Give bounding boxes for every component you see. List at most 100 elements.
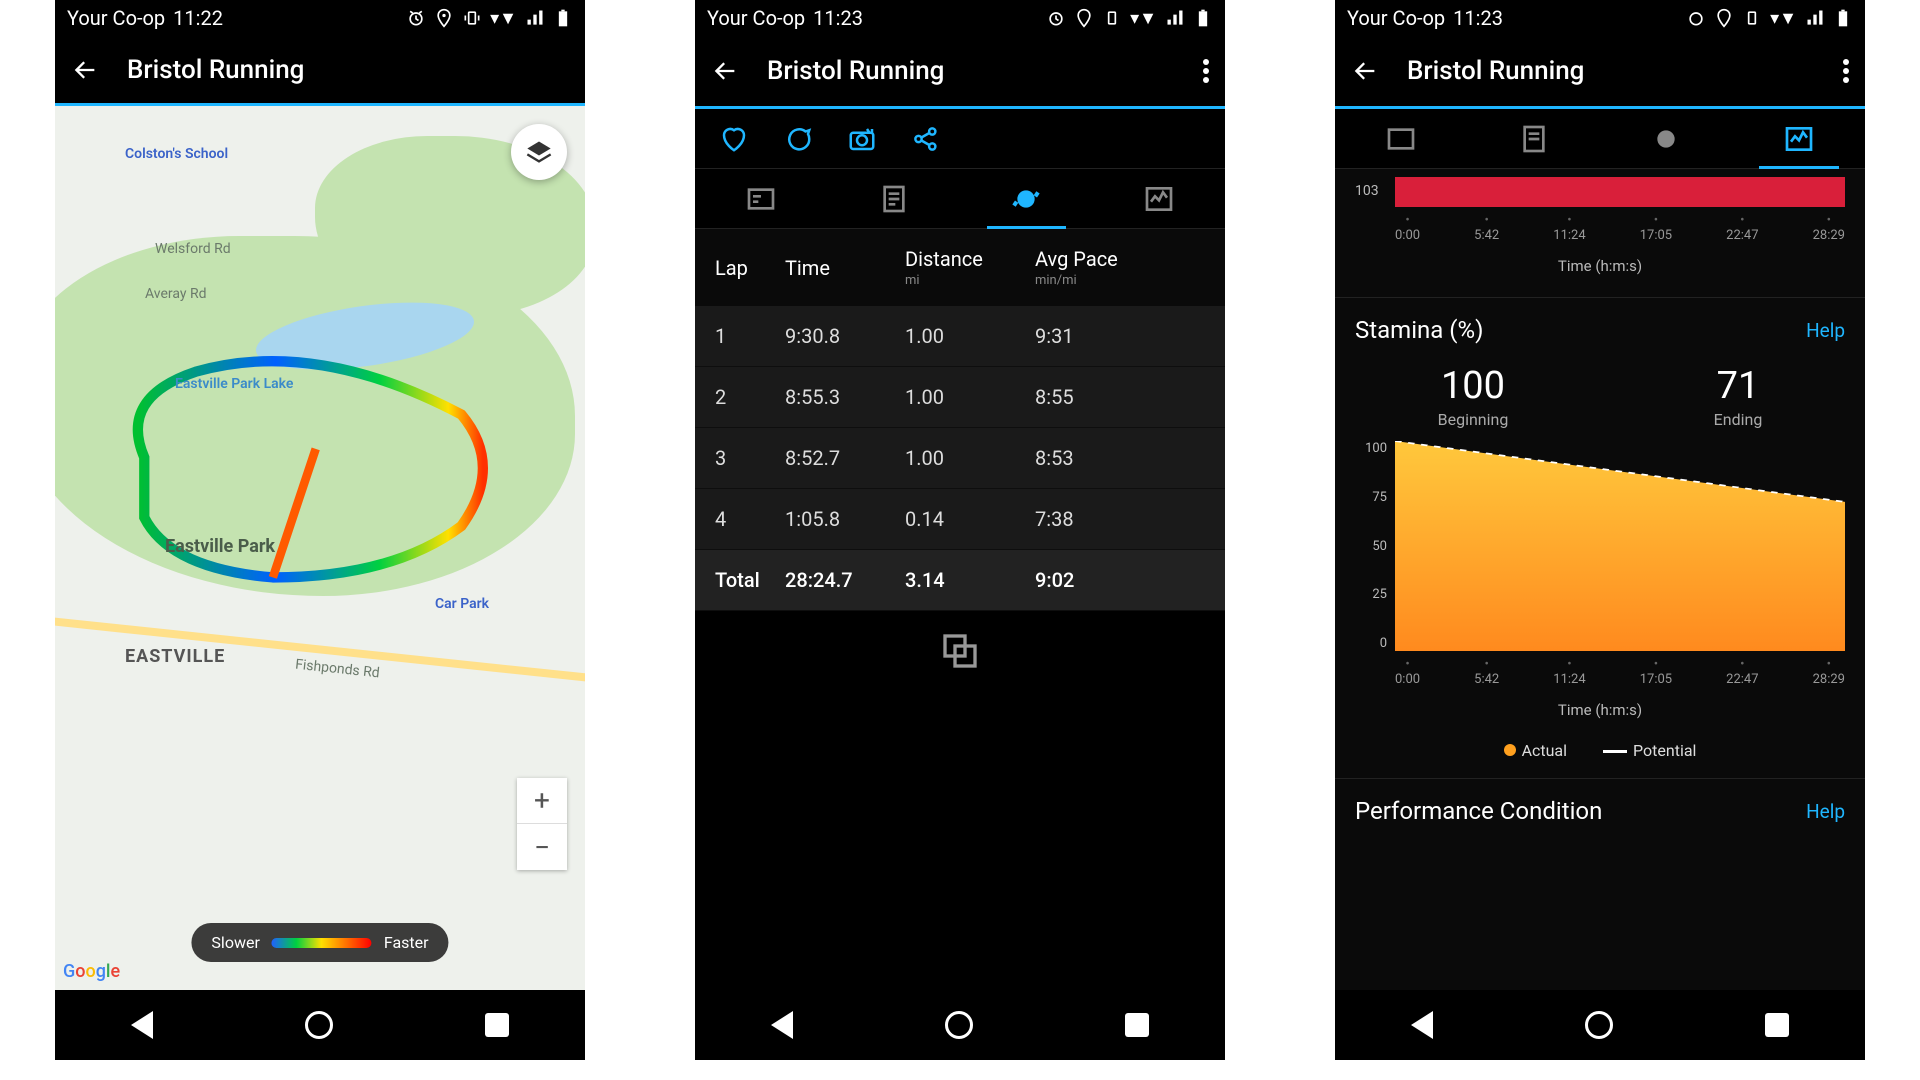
laps-total-row: Total 28:24.7 3.14 9:02 <box>695 550 1225 611</box>
charts-scroll[interactable]: 103 0:005:4211:2417:0522:4728:29 Time (h… <box>1335 169 1865 990</box>
share-icon[interactable] <box>911 124 941 154</box>
phone-laps: Your Co-op 11:23 ▾▼ Bristol Running Lap <box>695 0 1225 1060</box>
nav-recents-icon[interactable] <box>1125 1013 1149 1037</box>
stamina-summary: 100 Beginning 71 Ending <box>1335 364 1865 429</box>
lap-row[interactable]: 28:55.31.008:55 <box>695 367 1225 428</box>
camera-icon[interactable] <box>847 124 877 154</box>
battery-icon <box>1833 8 1853 28</box>
map-view[interactable]: Eastville Park Eastville Park Lake EASTV… <box>55 106 585 990</box>
status-icons: ▾▼ <box>406 8 573 29</box>
android-nav-bar <box>55 990 585 1060</box>
page-title: Bristol Running <box>1407 56 1815 86</box>
stamina-help-link[interactable]: Help <box>1806 319 1845 342</box>
laps-table: Lap Time Distancemi Avg Pacemin/mi 19:30… <box>695 229 1225 990</box>
perf-condition-header: Performance Condition Help <box>1335 778 1865 835</box>
page-title: Bristol Running <box>767 56 1175 86</box>
tab-laps[interactable] <box>1600 109 1733 168</box>
zoom-in-button[interactable]: + <box>517 778 567 824</box>
tab-summary[interactable] <box>695 169 828 228</box>
carrier-label: Your Co-op <box>67 6 165 30</box>
app-bar: Bristol Running <box>695 36 1225 106</box>
perf-condition-help-link[interactable]: Help <box>1806 800 1845 823</box>
stamina-begin-value: 100 <box>1438 364 1509 408</box>
vibrate-icon <box>1742 8 1762 28</box>
zoom-out-button[interactable]: − <box>517 824 567 870</box>
nav-back-icon[interactable] <box>771 1011 793 1039</box>
tab-stats[interactable] <box>828 169 961 228</box>
nav-recents-icon[interactable] <box>1765 1013 1789 1037</box>
status-icons: ▾▼ <box>1686 8 1853 29</box>
vibrate-icon <box>1102 8 1122 28</box>
tab-laps[interactable] <box>960 169 1093 228</box>
legend-fast: Faster <box>384 933 429 952</box>
wifi-icon: ▾▼ <box>1130 8 1157 29</box>
compare-laps-button[interactable] <box>695 611 1225 691</box>
like-icon[interactable] <box>719 124 749 154</box>
signal-icon <box>1805 8 1825 28</box>
clock: 11:23 <box>1453 6 1503 30</box>
tab-charts[interactable] <box>1093 169 1226 228</box>
col-pace: Avg Pacemin/mi <box>1035 247 1205 288</box>
location-icon <box>434 8 454 28</box>
hr-bar <box>1395 177 1845 207</box>
map-label-area: EASTVILLE <box>125 646 225 667</box>
back-icon[interactable] <box>71 56 99 84</box>
col-distance: Distancemi <box>905 247 1035 288</box>
tab-summary[interactable] <box>1335 109 1468 168</box>
page-title: Bristol Running <box>127 55 569 85</box>
hr-chart-fragment: 103 0:005:4211:2417:0522:4728:29 Time (h… <box>1335 169 1865 275</box>
col-lap: Lap <box>715 256 785 280</box>
detail-tabs <box>1335 109 1865 169</box>
overflow-menu-icon[interactable] <box>1843 59 1849 83</box>
map-road-label: Welsford Rd <box>155 241 231 257</box>
layers-icon <box>525 138 553 166</box>
android-nav-bar <box>695 990 1225 1060</box>
map-label-lake: Eastville Park Lake <box>175 376 293 392</box>
laps-header-row: Lap Time Distancemi Avg Pacemin/mi <box>695 229 1225 306</box>
legend-potential: Potential <box>1603 741 1696 760</box>
stamina-title: Stamina (%) <box>1355 316 1483 344</box>
alarm-icon <box>1686 8 1706 28</box>
map-layers-button[interactable] <box>511 124 567 180</box>
legend-actual: Actual <box>1504 741 1567 760</box>
x-axis-ticks: 0:005:4211:2417:0522:4728:29 <box>1395 657 1845 687</box>
vibrate-icon <box>462 8 482 28</box>
nav-recents-icon[interactable] <box>485 1013 509 1037</box>
location-icon <box>1074 8 1094 28</box>
nav-home-icon[interactable] <box>945 1011 973 1039</box>
overflow-menu-icon[interactable] <box>1203 59 1209 83</box>
battery-icon <box>553 8 573 28</box>
nav-home-icon[interactable] <box>1585 1011 1613 1039</box>
alarm-icon <box>1046 8 1066 28</box>
signal-icon <box>525 8 545 28</box>
lap-row[interactable]: 19:30.81.009:31 <box>695 306 1225 367</box>
clock: 11:23 <box>813 6 863 30</box>
location-icon <box>1714 8 1734 28</box>
detail-tabs <box>695 169 1225 229</box>
lap-row[interactable]: 38:52.71.008:53 <box>695 428 1225 489</box>
x-axis-ticks: 0:005:4211:2417:0522:4728:29 <box>1395 213 1845 243</box>
col-time: Time <box>785 256 905 280</box>
back-icon[interactable] <box>711 57 739 85</box>
tab-charts[interactable] <box>1733 109 1866 168</box>
stamina-legend: Actual Potential <box>1335 741 1865 760</box>
nav-back-icon[interactable] <box>131 1011 153 1039</box>
map-road-label: Averay Rd <box>145 286 207 302</box>
phone-map: Your Co-op 11:22 ▾▼ Bristol Running East… <box>55 0 585 1060</box>
pace-legend: Slower Faster <box>191 923 448 962</box>
map-label-school: Colston's School <box>125 146 228 162</box>
tab-stats[interactable] <box>1468 109 1601 168</box>
phone-charts: Your Co-op 11:23 ▾▼ Bristol Running 103 … <box>1335 0 1865 1060</box>
comment-icon[interactable] <box>783 124 813 154</box>
gps-route <box>55 226 585 826</box>
nav-back-icon[interactable] <box>1411 1011 1433 1039</box>
hr-y-tick: 103 <box>1355 183 1379 199</box>
activity-actions <box>695 109 1225 169</box>
nav-home-icon[interactable] <box>305 1011 333 1039</box>
status-icons: ▾▼ <box>1046 8 1213 29</box>
back-icon[interactable] <box>1351 57 1379 85</box>
pace-gradient <box>272 938 372 948</box>
legend-slow: Slower <box>211 933 259 952</box>
google-attribution: Google <box>63 961 120 982</box>
lap-row[interactable]: 41:05.80.147:38 <box>695 489 1225 550</box>
